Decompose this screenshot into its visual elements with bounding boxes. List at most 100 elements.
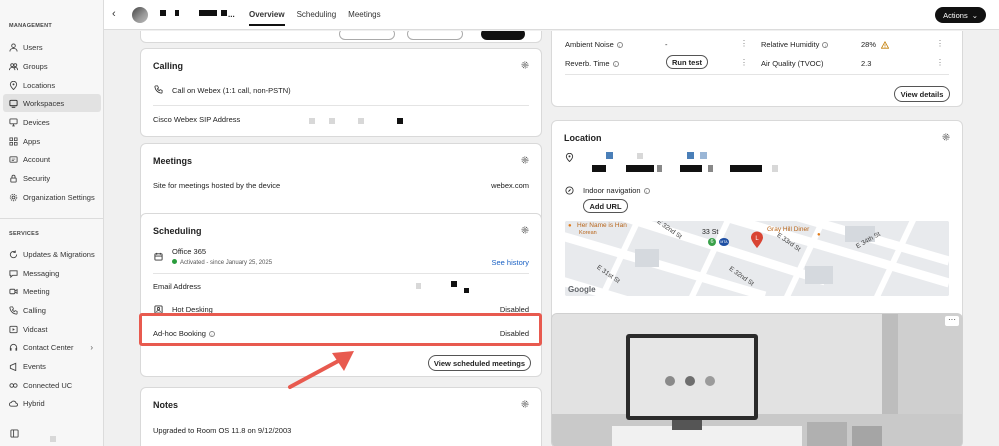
annotation-arrow-icon xyxy=(288,351,354,389)
redacted-pixel xyxy=(50,436,56,442)
highlight-box xyxy=(139,313,542,346)
sidebar-item-locations[interactable]: Locations xyxy=(3,76,101,94)
back-arrow-icon[interactable]: ‹ xyxy=(112,8,116,20)
view-details-button[interactable]: View details xyxy=(894,86,950,102)
tab-meetings[interactable]: Meetings xyxy=(348,10,380,26)
redacted-block xyxy=(730,165,762,172)
sidebar-item-label: Users xyxy=(23,42,43,52)
phone-icon xyxy=(9,305,18,315)
devices-icon xyxy=(9,117,18,127)
meetings-settings-gear-icon[interactable] xyxy=(521,156,529,164)
sidebar-item-label: Security xyxy=(23,173,51,183)
more-options-icon[interactable]: ··· xyxy=(945,316,959,326)
reverb-row: Reverb. Time i xyxy=(565,59,619,68)
sidebar-item-events[interactable]: Events xyxy=(3,357,101,375)
sidebar-item-devices[interactable]: Devices xyxy=(3,113,101,131)
partial-button[interactable] xyxy=(339,31,395,40)
notes-settings-gear-icon[interactable] xyxy=(521,400,529,408)
redacted-block xyxy=(680,165,702,172)
location-card: Location Indoor navigation i Add URL ● H… xyxy=(551,120,963,334)
vidcast-icon xyxy=(9,325,18,334)
actions-button[interactable]: Actions ⌄ xyxy=(935,7,986,23)
sidebar-item-label: Messaging xyxy=(23,268,60,278)
more-options-icon[interactable]: ⋮ xyxy=(936,39,944,48)
run-test-button[interactable]: Run test xyxy=(666,55,708,69)
compass-icon xyxy=(565,186,574,195)
partial-button[interactable] xyxy=(407,31,463,40)
sidebar-item-groups[interactable]: Groups xyxy=(3,57,101,75)
more-options-icon[interactable]: ⋮ xyxy=(936,58,944,67)
sidebar-item-vidcast[interactable]: Vidcast xyxy=(3,320,101,338)
tab-overview[interactable]: Overview xyxy=(249,10,285,26)
collapse-sidebar-icon[interactable] xyxy=(10,429,19,440)
subway-6-icon: 6 xyxy=(708,238,716,246)
location-settings-gear-icon[interactable] xyxy=(942,133,950,141)
tab-scheduling[interactable]: Scheduling xyxy=(297,10,337,26)
sip-address-label: Cisco Webex SIP Address xyxy=(153,115,241,124)
services-section-label: SERVICES xyxy=(9,231,40,237)
chat-icon xyxy=(9,269,18,278)
diner-pin-icon: ● xyxy=(817,232,821,238)
sidebar-item-connected-uc[interactable]: Connected UC xyxy=(3,376,101,394)
redacted-block xyxy=(160,10,166,16)
add-url-button[interactable]: Add URL xyxy=(583,199,628,213)
humidity-value: 28% xyxy=(861,40,877,49)
activation-status: Activated - since January 25, 2025 xyxy=(172,259,272,266)
sidebar-item-contact-center[interactable]: Contact Center › xyxy=(3,338,101,356)
chevron-right-icon: › xyxy=(90,342,93,352)
sidebar-item-meeting[interactable]: Meeting xyxy=(3,282,101,300)
management-section-label: MANAGEMENT xyxy=(9,23,53,29)
sidebar-item-label: Calling xyxy=(23,305,46,315)
sidebar-item-users[interactable]: Users xyxy=(3,38,101,56)
chevron-down-icon: ⌄ xyxy=(971,10,978,20)
more-options-icon[interactable]: ⋮ xyxy=(740,58,748,67)
sidebar-item-organization-settings[interactable]: Organization Settings xyxy=(3,188,101,206)
calendar-provider: Office 365 xyxy=(172,247,207,256)
air-quality-value: 2.3 xyxy=(861,59,872,68)
partial-button[interactable] xyxy=(481,31,525,40)
sidebar-item-workspaces[interactable]: Workspaces xyxy=(3,94,101,112)
sidebar-item-apps[interactable]: Apps xyxy=(3,132,101,150)
calling-settings-gear-icon[interactable] xyxy=(521,61,529,69)
sidebar-item-label: Devices xyxy=(23,117,50,127)
view-scheduled-meetings-button[interactable]: View scheduled meetings xyxy=(428,355,531,371)
calendar-icon xyxy=(154,252,163,261)
email-address-label: Email Address xyxy=(153,282,201,291)
location-map[interactable]: ● Her Name is Han Korean E 32nd St 33 St… xyxy=(565,221,949,296)
humidity-value-row: 28% xyxy=(861,40,890,49)
notes-title: Notes xyxy=(153,400,179,410)
more-options-icon[interactable]: ⋮ xyxy=(740,39,748,48)
room-photo[interactable]: ··· xyxy=(551,313,963,446)
info-icon[interactable]: i xyxy=(612,61,619,68)
scheduling-settings-gear-icon[interactable] xyxy=(521,226,529,234)
air-quality-label: Air Quality (TVOC) xyxy=(761,59,824,68)
warning-icon xyxy=(880,40,890,49)
page-header: ‹ ... Overview Scheduling Meetings Actio… xyxy=(104,0,999,30)
info-icon[interactable]: i xyxy=(616,42,623,49)
sidebar-item-label: Workspaces xyxy=(23,98,65,108)
sidebar-item-messaging[interactable]: Messaging xyxy=(3,264,101,282)
sidebar-divider xyxy=(0,218,104,219)
sidebar-item-label: Vidcast xyxy=(23,324,48,334)
sidebar-item-account[interactable]: Account xyxy=(3,150,101,168)
info-icon[interactable]: i xyxy=(822,42,829,49)
sidebar-item-calling[interactable]: Calling xyxy=(3,301,101,319)
sidebar-item-label: Meeting xyxy=(23,286,50,296)
sidebar-item-label: Organization Settings xyxy=(23,192,95,202)
sidebar-item-hybrid[interactable]: Hybrid xyxy=(3,394,101,412)
info-icon[interactable]: i xyxy=(643,188,650,195)
indoor-navigation-row: Indoor navigation i xyxy=(583,186,650,195)
redacted-pixel xyxy=(637,153,643,159)
redacted-pixel xyxy=(700,152,707,159)
phone-icon xyxy=(154,85,163,94)
see-history-link[interactable]: See history xyxy=(491,258,529,267)
sidebar-item-security[interactable]: Security xyxy=(3,169,101,187)
header-tabs: Overview Scheduling Meetings xyxy=(249,10,381,26)
sidebar-item-updates-migrations[interactable]: Updates & Migrations xyxy=(3,245,101,263)
restaurant-pin-icon: ● xyxy=(568,223,572,229)
apps-icon xyxy=(9,136,18,146)
sidebar-item-label: Contact Center xyxy=(23,342,74,352)
humidity-row: Relative Humidity i xyxy=(761,40,829,49)
sidebar-item-label: Locations xyxy=(23,80,56,90)
cloud-icon xyxy=(9,399,18,408)
